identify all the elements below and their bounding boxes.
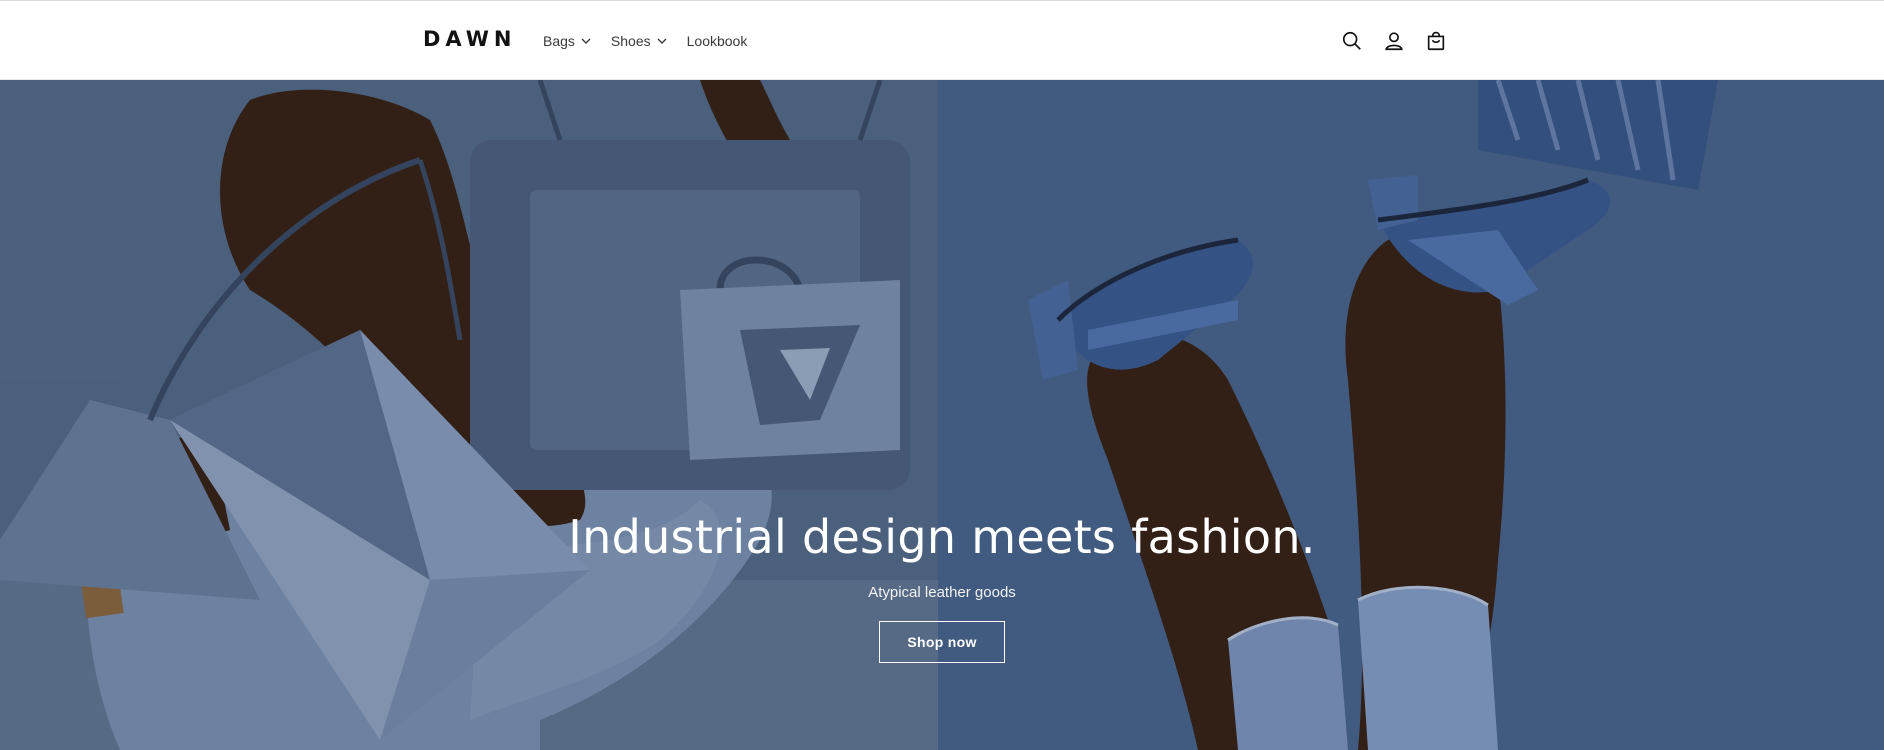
- hero-subtitle: Atypical leather goods: [868, 584, 1016, 601]
- main-nav: Bags Shoes Lookbook: [543, 1, 747, 80]
- chevron-down-icon: [581, 36, 591, 46]
- site-header: DAWN Bags Shoes Lookbook: [0, 1, 1884, 80]
- store-logo[interactable]: DAWN: [423, 27, 516, 51]
- search-icon[interactable]: [1340, 29, 1364, 53]
- cart-icon[interactable]: [1424, 29, 1448, 53]
- shop-now-button[interactable]: Shop now: [879, 621, 1005, 663]
- chevron-down-icon: [657, 36, 667, 46]
- nav-item-lookbook[interactable]: Lookbook: [687, 33, 748, 49]
- hero-content: Industrial design meets fashion. Atypica…: [0, 510, 1884, 663]
- hero-title: Industrial design meets fashion.: [568, 510, 1316, 564]
- account-icon[interactable]: [1382, 29, 1406, 53]
- header-icons: [1340, 1, 1448, 80]
- nav-item-bags[interactable]: Bags: [543, 33, 591, 49]
- nav-item-shoes[interactable]: Shoes: [611, 33, 667, 49]
- nav-label-bags: Bags: [543, 32, 575, 49]
- hero-banner: Industrial design meets fashion. Atypica…: [0, 80, 1884, 750]
- nav-label-lookbook: Lookbook: [686, 32, 748, 49]
- nav-label-shoes: Shoes: [610, 32, 651, 49]
